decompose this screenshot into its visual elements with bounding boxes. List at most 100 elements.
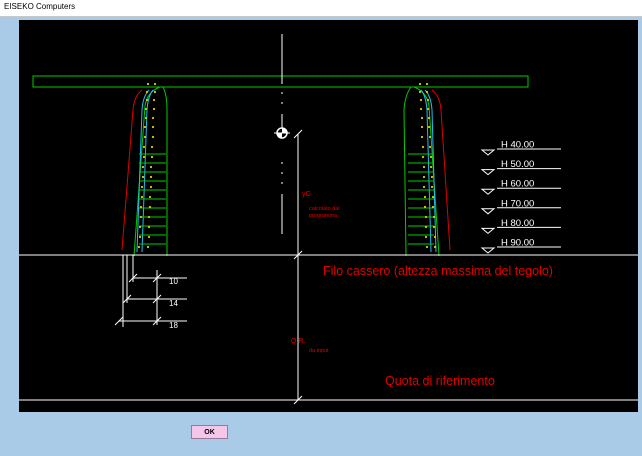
strand-dot <box>148 205 152 209</box>
dimension-label-14: 14 <box>169 299 178 308</box>
right-formwork-line <box>431 89 451 251</box>
strand-dot <box>144 116 148 120</box>
strand-dot <box>429 165 433 169</box>
strand-dot <box>140 195 144 199</box>
strand-dot <box>153 90 157 94</box>
strand-dot <box>138 225 142 229</box>
level-label: H 40.00 <box>501 140 534 151</box>
strand-dot <box>142 155 146 159</box>
beam-section-drawing: yG calcolato dal programma Filo cassero … <box>19 34 638 405</box>
strand-dot <box>431 205 435 209</box>
quota-riferimento-label: Quota di riferimento <box>385 374 495 388</box>
strand-dot <box>420 125 424 129</box>
qr-label: Q.R. <box>291 338 305 345</box>
ok-button[interactable]: OK <box>191 425 228 439</box>
level-triangle-icon <box>480 169 496 176</box>
formwork-lines <box>121 89 451 251</box>
strand-dot <box>149 185 153 189</box>
strand-dot <box>428 145 432 149</box>
strand-dot <box>151 125 155 129</box>
centroid-quadrant <box>282 128 287 133</box>
strand-dot <box>150 155 154 159</box>
window-title: EISEKO Computers <box>4 2 76 11</box>
level-triangle-icon <box>480 227 496 235</box>
strand-dot <box>419 98 423 102</box>
level-label: H 70.00 <box>501 198 534 209</box>
beam-outline <box>32 75 529 257</box>
centroid-marker <box>274 127 290 139</box>
dimension-label-10: 10 <box>169 277 178 286</box>
strand-dot <box>149 165 153 169</box>
left-mesh-inner <box>141 89 154 253</box>
strand-dot <box>432 225 436 229</box>
level-label: H 50.00 <box>501 159 534 170</box>
level-label: H 90.00 <box>501 238 534 249</box>
strand-dot <box>152 98 156 102</box>
strand-dot <box>139 205 143 209</box>
strand-dot <box>140 185 144 189</box>
strand-dot <box>152 107 156 111</box>
strand-dot <box>139 215 143 219</box>
strand-dot <box>427 116 431 120</box>
strand-dot <box>426 98 430 102</box>
strand-dot <box>421 145 425 149</box>
strand-dot <box>430 185 434 189</box>
drawing-canvas: yG calcolato dal programma Filo cassero … <box>19 20 638 412</box>
strand-dot <box>137 245 141 249</box>
strand-dot <box>144 107 148 111</box>
strand-dot <box>424 225 428 229</box>
level-triangle-icon <box>480 149 496 156</box>
strand-dot <box>147 215 151 219</box>
level-markers: H 40.00 H 50.00 H 60.00 H 70.00 H 80.00 H 90.… <box>480 140 561 254</box>
strand-dot <box>422 165 426 169</box>
strand-dot <box>430 175 434 179</box>
reinforcement-mesh <box>136 89 437 253</box>
strand-dot <box>425 90 429 94</box>
strand-dot <box>419 107 423 111</box>
level-triangle-icon <box>480 247 496 254</box>
strand-dot <box>147 225 151 229</box>
strand-dot <box>422 175 426 179</box>
strand-dot <box>148 195 152 199</box>
strand-dot <box>138 235 142 239</box>
strand-dot <box>433 235 437 239</box>
strand-dot <box>150 145 154 149</box>
qr-note: da input <box>309 348 329 354</box>
strand-dot <box>420 116 424 120</box>
title-bar: EISEKO Computers <box>0 0 642 17</box>
strand-dot <box>420 135 424 139</box>
filo-cassero-label: Filo cassero (altezza massima del tegolo… <box>323 264 553 278</box>
strand-dot <box>423 195 427 199</box>
strand-dot <box>146 82 150 86</box>
strand-dot <box>424 215 428 219</box>
top-flange <box>32 75 529 88</box>
qr-dimension <box>293 255 303 405</box>
strand-dot <box>141 165 145 169</box>
yg-dimension <box>293 129 303 260</box>
strand-dot <box>424 235 428 239</box>
strand-dot <box>418 90 422 94</box>
strand-dot <box>429 155 433 159</box>
dimension-label-18: 18 <box>169 321 178 330</box>
level-label: H 80.00 <box>501 218 534 229</box>
level-triangle-icon <box>480 188 496 195</box>
strand-dot <box>145 98 149 102</box>
strand-dot <box>149 175 153 179</box>
strand-distance-dimensions <box>114 255 187 327</box>
strand-dot <box>142 145 146 149</box>
strand-dot <box>153 82 157 86</box>
strand-dot <box>146 245 150 249</box>
strand-dot <box>422 185 426 189</box>
strand-dot <box>418 82 422 86</box>
strand-dot <box>425 245 429 249</box>
strand-dot <box>143 135 147 139</box>
strand-dot <box>421 155 425 159</box>
strand-dot <box>433 245 437 249</box>
strand-dot <box>426 107 430 111</box>
strand-dot <box>423 205 427 209</box>
level-triangle-icon <box>480 208 496 215</box>
strand-dot <box>145 90 149 94</box>
strand-dot <box>427 125 431 129</box>
strand-dot <box>428 135 432 139</box>
yg-note-line1: calcolato dal <box>309 206 340 212</box>
